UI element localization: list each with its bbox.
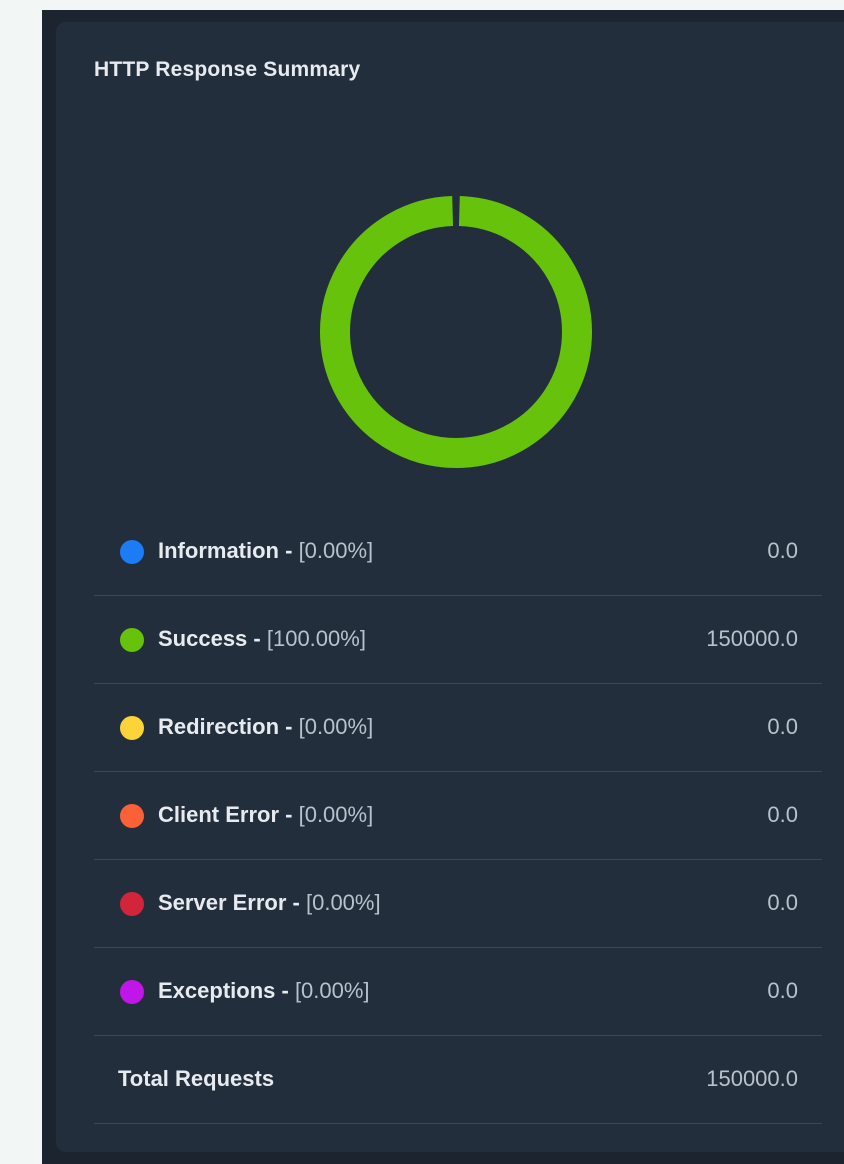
legend-row-success: Success - [100.00%] 150000.0 <box>94 596 822 684</box>
redirection-label: Redirection - [0.00%] <box>158 714 373 740</box>
success-label: Success - [100.00%] <box>158 626 366 652</box>
success-name: Success <box>158 626 248 651</box>
redirection-separator: - <box>279 714 299 739</box>
server-error-color-dot <box>120 892 144 916</box>
server-error-name: Server Error <box>158 890 287 915</box>
exceptions-percent: [0.00%] <box>294 978 370 1003</box>
redirection-color-dot <box>120 716 144 740</box>
exceptions-label: Exceptions - [0.00%] <box>158 978 370 1004</box>
response-donut-chart <box>320 196 592 468</box>
client-error-value: 0.0 <box>767 802 798 827</box>
total-requests-row: Total Requests 150000.0 <box>94 1036 822 1124</box>
page-background-strip <box>42 0 438 10</box>
exceptions-color-dot <box>120 980 144 1004</box>
card-title: HTTP Response Summary <box>94 58 361 81</box>
http-response-summary-card: HTTP Response Summary Information - [0.0… <box>56 22 844 1152</box>
server-error-separator: - <box>286 890 306 915</box>
legend-row-client-error: Client Error - [0.00%] 0.0 <box>94 772 822 860</box>
client-error-percent: [0.00%] <box>298 802 374 827</box>
total-requests-value: 150000.0 <box>706 1066 798 1091</box>
information-color-dot <box>120 540 144 564</box>
legend-row-exceptions: Exceptions - [0.00%] 0.0 <box>94 948 822 1036</box>
legend-row-redirection: Redirection - [0.00%] 0.0 <box>94 684 822 772</box>
information-label: Information - [0.00%] <box>158 538 373 564</box>
server-error-label: Server Error - [0.00%] <box>158 890 381 916</box>
success-value: 150000.0 <box>706 626 798 651</box>
server-error-percent: [0.00%] <box>305 890 381 915</box>
total-requests-label: Total Requests <box>118 1066 275 1091</box>
redirection-percent: [0.00%] <box>298 714 374 739</box>
exceptions-value: 0.0 <box>767 978 798 1003</box>
legend-row-information: Information - [0.00%] 0.0 <box>94 508 822 596</box>
information-name: Information <box>158 538 279 563</box>
legend-row-server-error: Server Error - [0.00%] 0.0 <box>94 860 822 948</box>
client-error-name: Client Error <box>158 802 280 827</box>
success-percent: [100.00%] <box>266 626 366 651</box>
client-error-separator: - <box>279 802 299 827</box>
information-percent: [0.00%] <box>298 538 374 563</box>
client-error-color-dot <box>120 804 144 828</box>
donut-slice-success <box>320 196 592 468</box>
redirection-name: Redirection <box>158 714 280 739</box>
server-error-value: 0.0 <box>767 890 798 915</box>
client-error-label: Client Error - [0.00%] <box>158 802 373 828</box>
redirection-value: 0.0 <box>767 714 798 739</box>
information-value: 0.0 <box>767 538 798 563</box>
success-separator: - <box>247 626 267 651</box>
success-color-dot <box>120 628 144 652</box>
exceptions-separator: - <box>275 978 295 1003</box>
information-separator: - <box>279 538 299 563</box>
exceptions-name: Exceptions <box>158 978 276 1003</box>
